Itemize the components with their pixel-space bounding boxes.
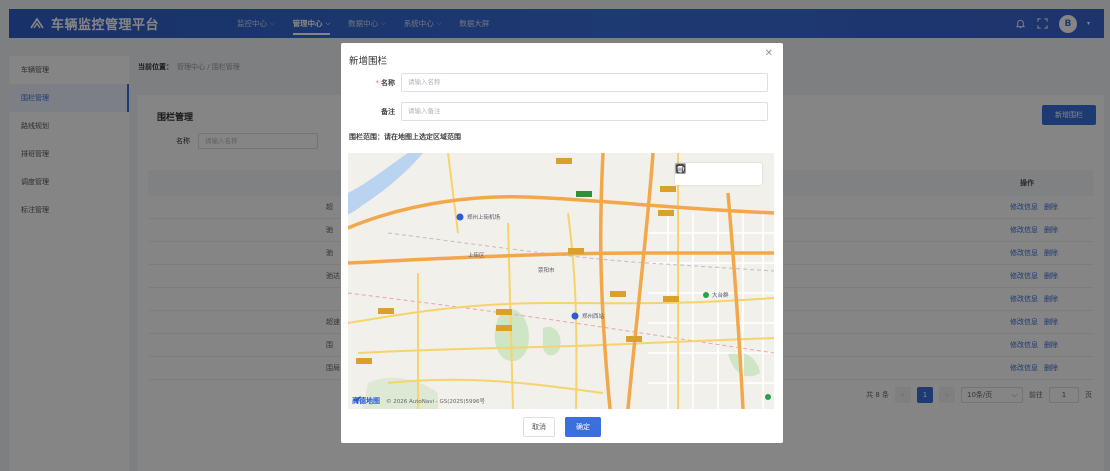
cancel-button[interactable]: 取消 — [523, 417, 555, 437]
confirm-button[interactable]: 确定 — [565, 417, 601, 437]
map-label-west-station: 郑州西站 — [582, 314, 605, 320]
map-label-park: 大台群 — [712, 293, 729, 299]
add-fence-dialog: 新增围栏 ✕ * 名称 请输入名称 备注 请输入备注 围栏范围：请在地图上选定区域… — [341, 43, 783, 443]
remark-label: 备注 — [381, 107, 395, 116]
rectangle-tool-icon[interactable] — [675, 163, 755, 181]
close-icon[interactable]: ✕ — [765, 48, 773, 59]
name-label-text: 名称 — [381, 78, 395, 87]
map-label-xingyang: 荥阳市 — [538, 268, 555, 274]
dialog-title: 新增围栏 — [349, 56, 388, 67]
draw-toolbar — [675, 163, 762, 185]
name-form-row: * 名称 请输入名称 — [341, 73, 768, 92]
polygon-tool-icon[interactable] — [675, 163, 735, 181]
amap-attribution: 高德地图 © 2026 AutoNavi - GS(2025)5996号 — [352, 396, 485, 406]
map-roads — [348, 153, 774, 409]
fence-name-input[interactable]: 请输入名称 — [401, 73, 768, 92]
dialog-footer: 取消 确定 — [341, 417, 783, 437]
map-copyright: © 2026 AutoNavi - GS(2025)5996号 — [386, 399, 486, 405]
circle-tool-icon[interactable] — [675, 163, 716, 181]
fence-remark-input[interactable]: 请输入备注 — [401, 102, 768, 121]
map-label-airport: 郑州上街机场 — [467, 215, 501, 221]
name-label: * 名称 — [341, 78, 401, 88]
remark-form-row: 备注 请输入备注 — [341, 102, 768, 121]
required-asterisk: * — [375, 78, 380, 87]
map-canvas[interactable]: 郑州上街机场 上街区 荥阳市 郑州西站 大台群 高德地图 © 2026 Auto… — [348, 153, 774, 409]
fence-range-hint: 围栏范围：请在地图上选定区域范围 — [349, 133, 461, 141]
amap-logo-icon — [352, 396, 361, 404]
map-label-shangjie: 上街区 — [468, 253, 485, 259]
